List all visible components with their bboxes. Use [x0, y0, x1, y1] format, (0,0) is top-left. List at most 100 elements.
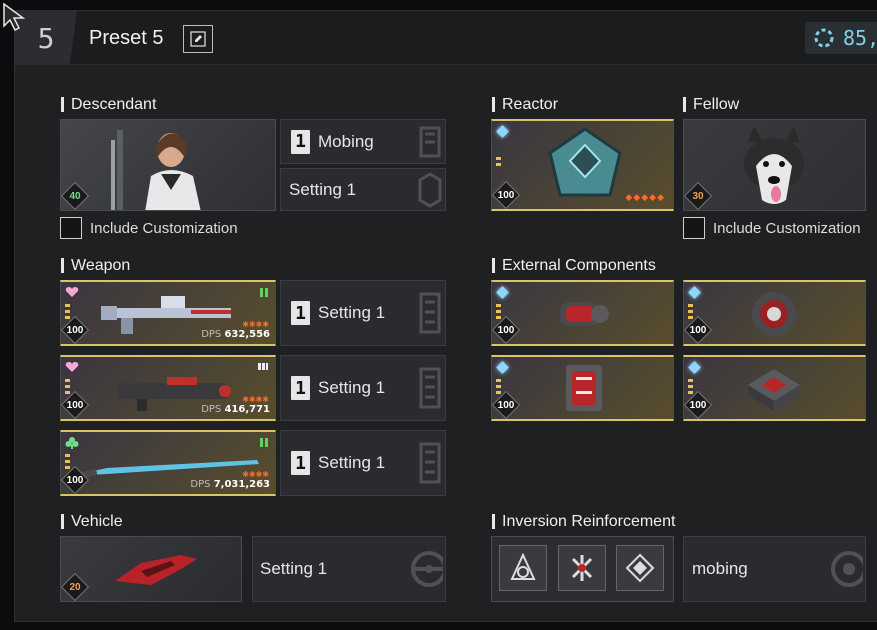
- inversion-slot-2[interactable]: [558, 545, 606, 591]
- descendant-customization-checkbox[interactable]: [60, 217, 82, 239]
- preset-name: Preset 5: [89, 27, 164, 49]
- inversion-slot-3[interactable]: [616, 545, 664, 591]
- component-side-marks: [688, 304, 693, 319]
- weapon-ghost-icon: [419, 367, 441, 409]
- weapon-1-setting-slot[interactable]: 1 Setting 1: [280, 280, 446, 346]
- pencil-icon: [190, 31, 206, 47]
- weapon-2-setting-label: Setting 1: [318, 378, 386, 397]
- vehicle-title: Vehicle: [61, 514, 123, 530]
- descendant-ghost-icon: [419, 126, 441, 157]
- vehicle-setting-slot[interactable]: Setting 1: [252, 536, 446, 602]
- component-side-marks: [496, 379, 501, 394]
- fellow-customization-checkbox[interactable]: [683, 217, 705, 239]
- husky-dog-icon: [744, 126, 804, 204]
- external-component-slot-4[interactable]: 100: [683, 355, 866, 421]
- diamond-emblem-icon: [625, 553, 655, 583]
- descendant-setting-label: Setting 1: [289, 179, 357, 199]
- setting-ghost-icon: [418, 171, 442, 208]
- edit-name-button[interactable]: [183, 25, 213, 53]
- currency-gear-icon: [814, 28, 834, 48]
- slot-number-badge: 1: [291, 301, 310, 325]
- weapon-2-setting-slot[interactable]: 1 Setting 1: [280, 355, 446, 421]
- weapon-slot-2[interactable]: ✱✱✱✱ DPS 416,771 100: [60, 355, 276, 421]
- fellow-title: Fellow: [683, 97, 739, 113]
- rarity-diamond-icon: [496, 125, 509, 138]
- weapon-1-stars: ✱✱✱✱: [242, 320, 269, 329]
- weapon-ghost-icon: [419, 442, 441, 484]
- vehicle-setting-label: Setting 1: [260, 559, 328, 578]
- weapon-1-setting-label: Setting 1: [318, 303, 386, 322]
- rune-emblem-icon: [571, 555, 593, 581]
- weapon-1-level-badge: 100: [61, 315, 90, 344]
- weapon-side-marks: [65, 379, 70, 394]
- weapon-slot-1[interactable]: ✱✱✱✱ DPS 632,556 100: [60, 280, 276, 346]
- descendant-name-slot[interactable]: 1 Mobing: [280, 119, 446, 164]
- descendant-include-customization[interactable]: Include Customization: [60, 217, 238, 239]
- reactor-slot[interactable]: ◆◆◆◆◆ 100: [491, 119, 674, 211]
- inversion-slots[interactable]: [491, 536, 674, 602]
- memory-icon: [566, 365, 602, 411]
- weapon-3-setting-label: Setting 1: [318, 453, 386, 472]
- component-side-marks: [688, 379, 693, 394]
- weapon-2-level-badge: 100: [61, 390, 90, 419]
- weapon-1-dps: DPS 632,556: [201, 329, 270, 340]
- hoverbike-icon: [115, 555, 197, 585]
- reactor-stars: ◆◆◆◆◆: [625, 192, 665, 202]
- fellow-include-customization[interactable]: Include Customization: [683, 217, 861, 239]
- preset-panel: 5 Preset 5 85,8 Descendant 40 1 M: [14, 10, 877, 622]
- weapon-slot-3[interactable]: ✱✱✱✱ DPS 7,031,263 100: [60, 430, 276, 496]
- external-component-slot-3[interactable]: 100: [491, 355, 674, 421]
- processor-icon: [748, 369, 800, 411]
- component-2-level-badge: 100: [684, 315, 713, 344]
- descendant-portrait-icon: [111, 130, 201, 210]
- weapon-3-dps: DPS 7,031,263: [190, 479, 270, 490]
- external-component-slot-2[interactable]: 100: [683, 280, 866, 346]
- rarity-diamond-icon: [496, 286, 509, 299]
- weapon-2-dps: DPS 416,771: [201, 404, 270, 415]
- component-4-level-badge: 100: [684, 390, 713, 419]
- inversion-slot-1[interactable]: [499, 545, 547, 591]
- slot-number-badge: 1: [291, 129, 310, 154]
- reactor-icon: [548, 127, 622, 197]
- descendant-setting-slot[interactable]: Setting 1: [280, 168, 446, 211]
- heart-rarity-icon: [65, 287, 79, 297]
- weapon-title: Weapon: [61, 258, 130, 274]
- slot-number-badge: 1: [291, 451, 310, 475]
- fellow-slot[interactable]: 30: [683, 119, 866, 211]
- mouse-cursor-icon: [3, 2, 26, 32]
- fellow-customization-label: Include Customization: [713, 219, 861, 237]
- reactor-level-badge: 100: [492, 180, 521, 209]
- preset-header: 5 Preset 5 85,8: [15, 11, 877, 65]
- reactor-side-marks: [496, 157, 501, 166]
- rarity-diamond-icon: [496, 361, 509, 374]
- external-component-slot-1[interactable]: 100: [491, 280, 674, 346]
- reactor-title: Reactor: [492, 97, 558, 113]
- currency-display: 85,8: [805, 22, 877, 54]
- vehicle-slot[interactable]: 20: [60, 536, 242, 602]
- inversion-name: mobing: [692, 559, 748, 578]
- descendant-name: Mobing: [318, 131, 374, 151]
- weapon-3-setting-slot[interactable]: 1 Setting 1: [280, 430, 446, 496]
- sensor-icon: [752, 292, 796, 336]
- component-side-marks: [496, 304, 501, 319]
- external-components-title: External Components: [492, 258, 656, 274]
- slot-number-badge: 1: [291, 376, 310, 400]
- descendant-title: Descendant: [61, 97, 156, 113]
- descendant-slot[interactable]: 40: [60, 119, 276, 211]
- inversion-name-slot[interactable]: mobing: [683, 536, 866, 602]
- rarity-diamond-icon: [688, 286, 701, 299]
- component-3-level-badge: 100: [492, 390, 521, 419]
- weapon-3-stars: ✱✱✱✱: [242, 470, 269, 479]
- currency-value: 85,8: [843, 26, 877, 50]
- fellow-level-badge: 30: [684, 181, 713, 210]
- vehicle-level-badge: 20: [61, 572, 90, 601]
- inversion-title: Inversion Reinforcement: [492, 514, 675, 530]
- auxiliary-power-icon: [560, 302, 609, 326]
- steering-wheel-icon: [411, 551, 443, 587]
- ammo-type-icon: [258, 363, 268, 370]
- rarity-diamond-icon: [688, 361, 701, 374]
- component-1-level-badge: 100: [492, 315, 521, 344]
- ammo-type-icon: [260, 288, 268, 297]
- heart-rarity-icon: [65, 362, 79, 372]
- weapon-side-marks: [65, 304, 70, 319]
